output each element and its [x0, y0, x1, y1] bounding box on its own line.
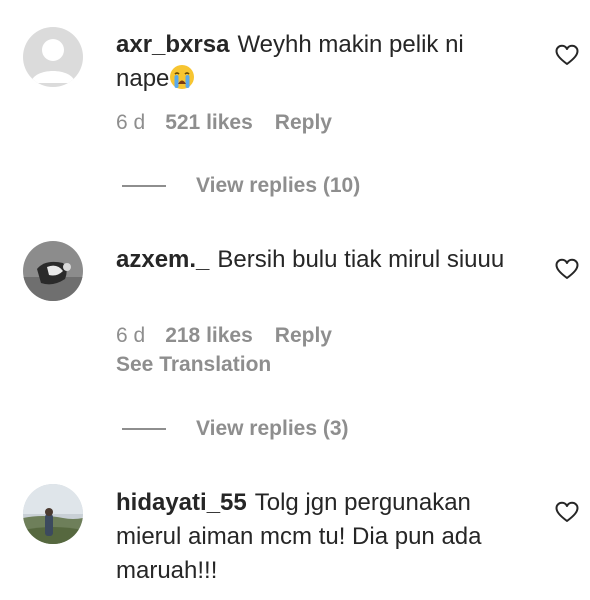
- view-replies-button[interactable]: View replies (3): [122, 417, 349, 441]
- replies-divider-line: [122, 428, 166, 430]
- user-photo-avatar: [23, 241, 83, 301]
- heart-outline-icon[interactable]: [555, 258, 579, 280]
- comment-username[interactable]: azxem._: [116, 246, 209, 273]
- comment-text: azxem._ Bersih bulu tiak mirul siuuu: [116, 243, 516, 277]
- likes-count[interactable]: 521 likes: [165, 111, 253, 134]
- comment-time: 6 d: [116, 324, 146, 347]
- loudly-crying-face-icon: [169, 64, 195, 90]
- comment-meta: 6 d 218 likes Reply: [116, 324, 332, 348]
- user-photo-avatar: [23, 484, 83, 544]
- view-replies-button[interactable]: View replies (10): [122, 174, 360, 198]
- comment-body: Bersih bulu tiak mirul siuuu: [217, 246, 505, 273]
- likes-count[interactable]: 218 likes: [165, 324, 253, 347]
- view-replies-label: View replies (3): [196, 417, 349, 440]
- comment-text: hidayati_55 Tolg jgn pergunakan mierul ai…: [116, 486, 536, 588]
- see-translation-button[interactable]: See Translation: [116, 353, 271, 377]
- comment-username[interactable]: hidayati_55: [116, 489, 247, 516]
- default-avatar-icon: [23, 27, 83, 87]
- avatar[interactable]: [23, 27, 83, 87]
- comment-time: 6 d: [116, 111, 146, 134]
- avatar[interactable]: [23, 241, 83, 301]
- replies-divider-line: [122, 185, 166, 187]
- heart-outline-icon[interactable]: [555, 44, 579, 66]
- avatar[interactable]: [23, 484, 83, 544]
- comment-text: axr_bxrsa Weyhh makin pelik ni nape: [116, 28, 516, 96]
- view-replies-label: View replies (10): [196, 174, 361, 197]
- heart-outline-icon[interactable]: [555, 501, 579, 523]
- reply-button[interactable]: Reply: [275, 324, 332, 347]
- comment-username[interactable]: axr_bxrsa: [116, 31, 229, 58]
- reply-button[interactable]: Reply: [275, 111, 332, 134]
- comment-meta: 6 d 521 likes Reply: [116, 111, 332, 135]
